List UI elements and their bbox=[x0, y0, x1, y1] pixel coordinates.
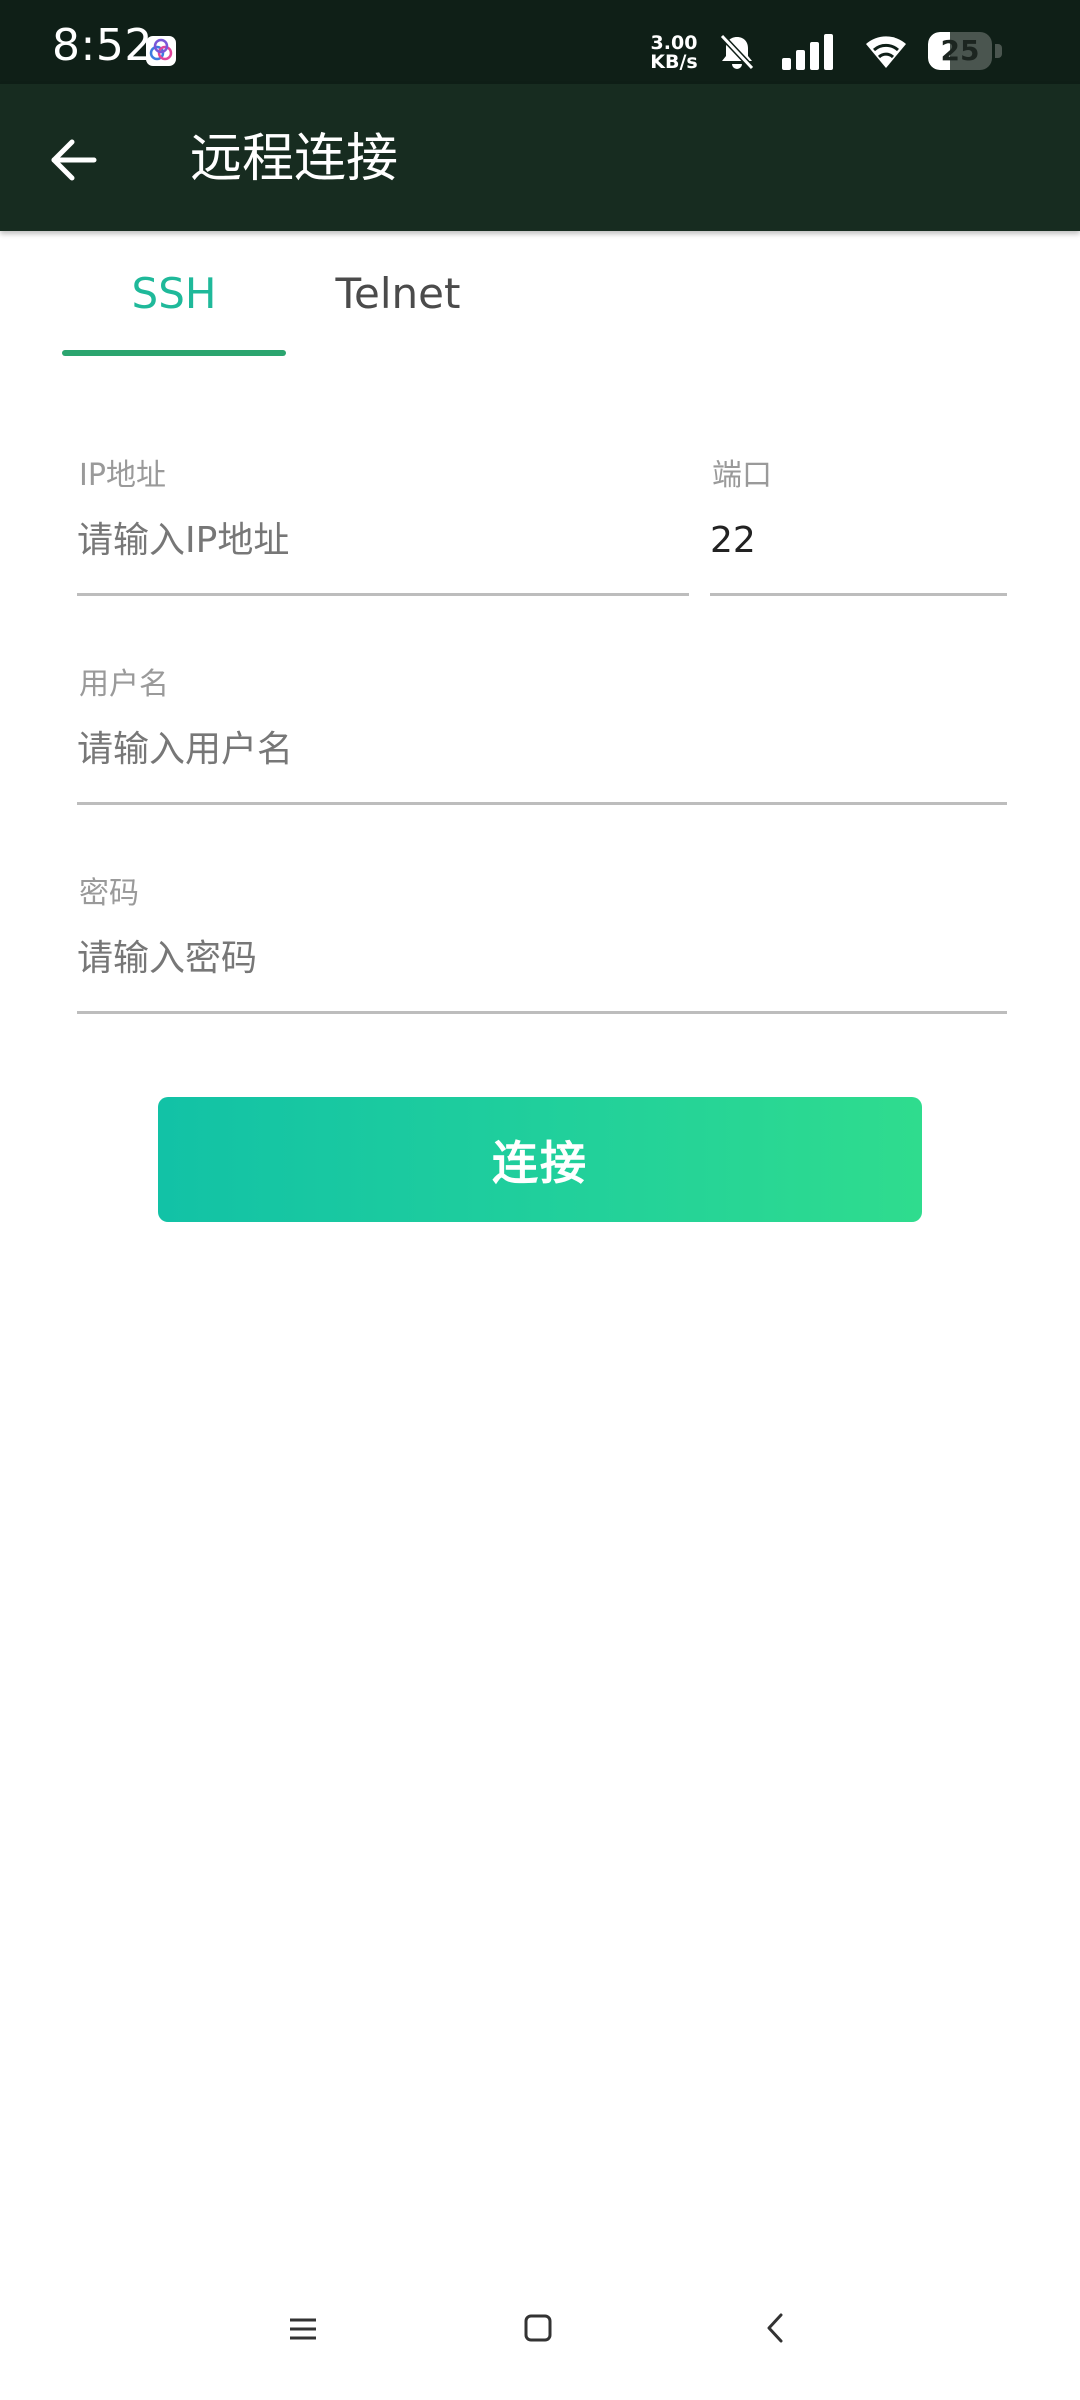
password-label: 密码 bbox=[79, 876, 139, 911]
page-title: 远程连接 bbox=[190, 129, 399, 189]
port-underline bbox=[710, 593, 1007, 596]
password-field: 密码 bbox=[77, 876, 1007, 1016]
username-field: 用户名 bbox=[77, 667, 1007, 807]
back-button[interactable] bbox=[42, 128, 106, 192]
menu-icon[interactable] bbox=[286, 2312, 320, 2346]
app-bar: 远程连接 bbox=[0, 84, 1080, 231]
wifi-icon bbox=[862, 30, 910, 72]
username-input[interactable] bbox=[77, 721, 1007, 777]
status-time: 8:52 bbox=[52, 20, 153, 71]
status-bar: 8:52 3.00 KB/s 25 bbox=[0, 0, 1080, 84]
arrow-left-icon bbox=[51, 139, 97, 181]
ip-label: IP地址 bbox=[79, 458, 166, 493]
port-label: 端口 bbox=[712, 458, 772, 493]
password-input[interactable] bbox=[77, 930, 1007, 986]
ip-underline bbox=[77, 593, 689, 596]
battery-icon: 25 bbox=[928, 32, 1004, 70]
battery-level: 25 bbox=[940, 34, 980, 67]
network-speed-unit: KB/s bbox=[650, 51, 698, 73]
bell-off-icon bbox=[716, 32, 758, 72]
tab-ssh[interactable]: SSH bbox=[62, 231, 286, 357]
ip-input[interactable] bbox=[77, 512, 689, 568]
username-underline bbox=[77, 802, 1007, 805]
connect-button[interactable]: 连接 bbox=[158, 1097, 922, 1222]
password-underline bbox=[77, 1011, 1007, 1014]
app-notification-icon bbox=[146, 36, 176, 66]
port-input[interactable] bbox=[710, 512, 1007, 568]
username-label: 用户名 bbox=[79, 667, 169, 702]
port-field: 端口 bbox=[710, 458, 1007, 598]
cellular-signal-icon bbox=[780, 32, 838, 72]
ip-field: IP地址 bbox=[77, 458, 689, 598]
back-icon[interactable] bbox=[758, 2310, 794, 2346]
system-nav-bar bbox=[0, 2290, 1080, 2380]
protocol-tabs: SSH Telnet bbox=[0, 231, 1080, 357]
home-icon[interactable] bbox=[520, 2310, 556, 2346]
tab-indicator bbox=[62, 350, 286, 356]
network-speed: 3.00 KB/s bbox=[648, 34, 700, 72]
tab-telnet[interactable]: Telnet bbox=[286, 231, 510, 357]
